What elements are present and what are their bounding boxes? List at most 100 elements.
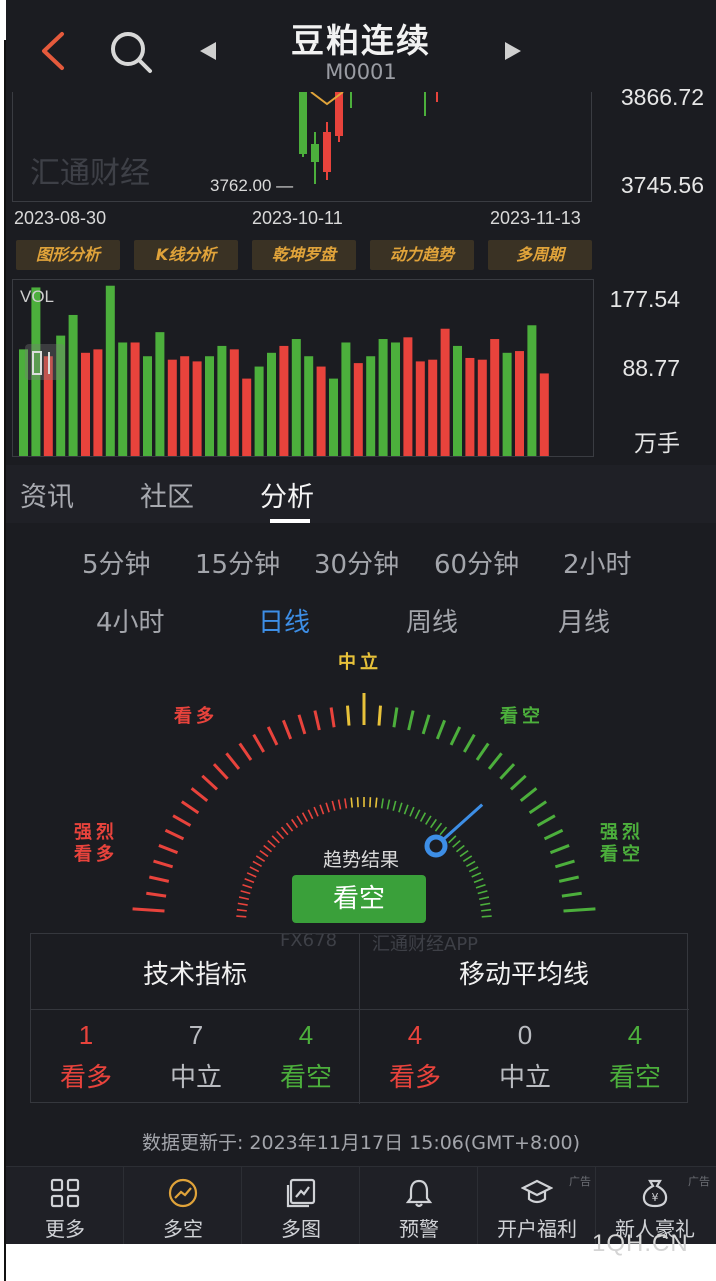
gauge-inner-tick [331, 800, 336, 811]
gauge-outer-tick [281, 719, 293, 740]
date-label-start: 2023-08-30 [14, 208, 107, 228]
chart-overlay-icon[interactable] [23, 342, 69, 382]
gauge-inner-tick [465, 860, 476, 868]
multi-period-button[interactable]: 多周期 [488, 240, 592, 270]
gauge-inner-tick [271, 835, 280, 844]
nav-more[interactable]: 更多 [6, 1167, 124, 1244]
gauge-inner-tick [249, 866, 260, 873]
gauge-inner-tick [255, 855, 266, 862]
momentum-trend-button[interactable]: 动力趋势 [370, 240, 474, 270]
period-2hour[interactable]: 2小时 [563, 544, 632, 581]
volume-unit-label: 万手 [634, 430, 680, 456]
search-icon[interactable] [106, 28, 156, 74]
volume-bar [267, 352, 276, 456]
gauge-outer-tick [313, 710, 321, 731]
ma-sell-count: 4 [627, 1020, 643, 1050]
pattern-analysis-button[interactable]: 图形分析 [16, 240, 120, 270]
gauge-inner-tick [307, 809, 314, 820]
volume-bar [515, 351, 524, 456]
volume-bar [167, 359, 177, 456]
volume-bar [378, 339, 388, 456]
gauge-inner-tick [356, 797, 359, 808]
tab-community[interactable]: 社区 [140, 475, 194, 514]
gauge-outer-tick [519, 787, 538, 802]
grid-icon [50, 1178, 80, 1208]
nav-alert[interactable]: 预警 [360, 1167, 478, 1244]
gauge-outer-tick [153, 859, 174, 869]
nav-long-short[interactable]: 多空 [124, 1167, 242, 1244]
period-monthly[interactable]: 月线 [558, 602, 610, 639]
technical-neutral-cell: 7 中立 [141, 1020, 251, 1094]
back-arrow-icon[interactable] [34, 28, 74, 74]
next-symbol-icon[interactable] [503, 40, 523, 62]
gauge-outer-tick [146, 891, 167, 898]
header: 豆粕连续 M0001 [6, 0, 716, 92]
volume-bar [465, 357, 475, 456]
gauge-outer-tick [180, 800, 200, 815]
ma-neutral-cell: 0 中立 [470, 1020, 580, 1094]
analysis-tool-bar: 图形分析 K线分析 乾坤罗盘 动力趋势 多周期 [6, 240, 606, 272]
gauge-inner-tick [398, 802, 403, 813]
gauge-inner-tick [475, 883, 486, 889]
gauge-outer-tick [554, 859, 575, 869]
volume-bar [130, 342, 140, 456]
gauge-inner-tick [414, 809, 421, 820]
volume-bar [155, 332, 165, 456]
gauge-inner-tick [236, 915, 247, 918]
nav-account-benefits[interactable]: 开户福利 广告 [478, 1167, 596, 1244]
trend-result-label: 趋势结果 [322, 849, 399, 871]
volume-bar [217, 345, 227, 456]
gauge-outer-tick [148, 875, 170, 883]
period-5min[interactable]: 5分钟 [82, 544, 151, 581]
technical-sell-label: 看空 [279, 1063, 332, 1093]
volume-bar [453, 345, 462, 456]
technical-buy-cell: 1 看多 [31, 1020, 141, 1094]
gauge-inner-tick [403, 804, 409, 815]
content-tabs: 资讯 社区 分析 [6, 465, 716, 523]
ma-buy-cell: 4 看多 [360, 1020, 470, 1094]
tab-info[interactable]: 资讯 [20, 475, 74, 514]
gauge-inner-tick [430, 818, 437, 829]
gauge-inner-tick [280, 826, 289, 836]
gauge-inner-tick [301, 812, 309, 822]
gauge-inner-tick [252, 860, 263, 868]
gauge-outer-tick [549, 844, 570, 855]
technical-buy-label: 看多 [59, 1063, 112, 1093]
gauge-inner-tick [240, 890, 251, 895]
gauge-inner-tick [468, 866, 479, 873]
gauge-inner-tick [296, 815, 303, 825]
candle-body [335, 92, 343, 136]
volume-bar [93, 349, 103, 456]
previous-symbol-icon[interactable] [198, 40, 218, 62]
nav-multi-chart[interactable]: 多图 [242, 1167, 360, 1244]
gauge-inner-tick [459, 849, 469, 858]
volume-bar [527, 325, 537, 456]
volume-bar [68, 314, 78, 456]
gauge-inner-tick [267, 839, 276, 848]
gauge-inner-tick [455, 844, 465, 853]
ma-neutral-count: 0 [517, 1020, 533, 1050]
ma-sell-cell: 4 看空 [580, 1020, 690, 1094]
gauge-outer-tick [561, 891, 582, 898]
candle-body [299, 92, 307, 154]
volume-mid-label: 88.77 [622, 355, 680, 381]
gauge-outer-tick [266, 726, 279, 746]
volume-chart[interactable] [12, 279, 594, 457]
gauge-outer-tick [238, 742, 253, 761]
period-weekly[interactable]: 周线 [406, 602, 458, 639]
volume-bar [304, 356, 314, 456]
gauge-outer-tick [377, 705, 382, 726]
table-divider-horizontal [31, 1009, 689, 1010]
gauge-outer-tick [252, 733, 265, 753]
gauge-outer-tick [329, 707, 336, 728]
kline-analysis-button[interactable]: K线分析 [134, 240, 238, 270]
gauge-outer-tick [487, 752, 503, 770]
volume-bar [477, 359, 487, 456]
tab-analysis[interactable]: 分析 [260, 475, 314, 514]
period-60min[interactable]: 60分钟 [434, 544, 519, 581]
period-4hour[interactable]: 4小时 [96, 602, 165, 639]
period-15min[interactable]: 15分钟 [195, 544, 280, 581]
compass-button[interactable]: 乾坤罗盘 [252, 240, 356, 270]
period-30min[interactable]: 30分钟 [314, 544, 399, 581]
period-daily[interactable]: 日线 [258, 602, 310, 639]
